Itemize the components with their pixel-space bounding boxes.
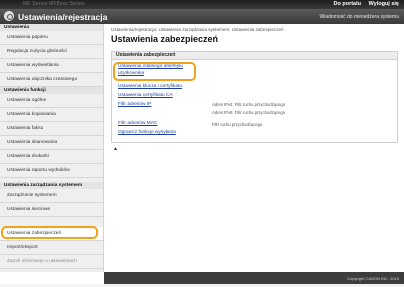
portal-link[interactable]: Do portalu <box>334 1 362 7</box>
sidebar-item-copy[interactable]: Ustawienia kopiowania <box>0 108 103 122</box>
highlight-remote-ui-link <box>113 62 196 81</box>
highlight-sidebar-security <box>1 226 98 239</box>
ip-filter-desc-ipv6: Adres IPv6: Filtr ruchu przychodzącego <box>212 110 286 115</box>
sidebar-item-general[interactable]: Ustawienia ogólne <box>0 94 103 108</box>
app-title: Ustawienia/rejestracja <box>18 11 108 22</box>
settings-icon <box>4 11 14 21</box>
sidebar-item-system-management[interactable]: Zarządzanie systemem <box>0 189 103 203</box>
sidebar-item-network[interactable]: Ustawienia sieciowe <box>0 203 103 217</box>
browser-page: MF Series MF8xxx Series Do portalu Wylog… <box>0 0 404 287</box>
mac-filter-desc: Filtr ruchu przychodzącego <box>212 122 263 127</box>
link-ca-certificate[interactable]: Ustawienia certyfikatu CA <box>118 93 173 98</box>
sidebar-item-fax[interactable]: Ustawienia faksu <box>0 122 103 136</box>
page-title: Ustawienia zabezpieczeń <box>111 34 219 44</box>
link-ip-filter[interactable]: Filtr adresów IP <box>118 102 151 107</box>
back-to-top-icon[interactable]: ▲ <box>113 146 118 152</box>
link-mac-filter[interactable]: Filtr adresów MAC <box>118 121 157 126</box>
sidebar-head-system: Ustawienia zarządzania systemem <box>0 182 103 189</box>
sidebar-item-scan[interactable]: Ustawienia skanowania <box>0 136 103 150</box>
sidebar-head-settings: Ustawienia <box>0 24 103 31</box>
sidebar-item-printer[interactable]: Ustawienia drukarki <box>0 150 103 164</box>
footer: Copyright CANON INC. 2015 <box>104 272 404 284</box>
ip-filter-desc-ipv4: Adres IPv4: Filtr ruchu przychodzącego <box>212 102 286 107</box>
panel-title: Ustawienia zabezpieczeń <box>112 52 397 60</box>
title-bar: Ustawienia/rejestracja Wiadomość do mene… <box>0 9 404 24</box>
sidebar-item-settings-info[interactable]: Zamiń informacje o ustawieniach <box>0 255 103 269</box>
logout-link[interactable]: Wyloguj się <box>369 1 399 7</box>
sidebar-item-display[interactable]: Ustawienia wyświetlania <box>0 59 103 73</box>
device-name: MF Series MF8xxx Series <box>23 1 85 7</box>
breadcrumb: Ustawienia/rejestracja: Ustawienia zarzą… <box>111 27 284 32</box>
sidebar-item-import-export[interactable]: Import/eksport <box>0 241 103 255</box>
link-restrict-send[interactable]: Ogranicz funkcje wysyłania <box>118 130 176 135</box>
top-bar: MF Series MF8xxx Series Do portalu Wylog… <box>0 0 404 9</box>
sidebar-head-functions: Ustawienia funkcji <box>0 87 103 94</box>
mail-to-admin-link[interactable]: Wiadomość do menedżera systemu <box>320 14 399 20</box>
sidebar-item-paper[interactable]: Ustawienia papieru <box>0 31 103 45</box>
sidebar-item-report[interactable]: Ustawienia raportu wydruków <box>0 164 103 178</box>
link-key-certificate[interactable]: Ustawienia klucza i certyfikatu <box>118 84 182 89</box>
sidebar-item-timer[interactable]: Ustawienia ułącznika czasowego <box>0 73 103 87</box>
sidebar-item-volume[interactable]: Regulacja zużycia głośności <box>0 45 103 59</box>
top-links: Do portalu Wyloguj się <box>328 1 400 7</box>
copyright: Copyright CANON INC. 2015 <box>347 275 399 281</box>
